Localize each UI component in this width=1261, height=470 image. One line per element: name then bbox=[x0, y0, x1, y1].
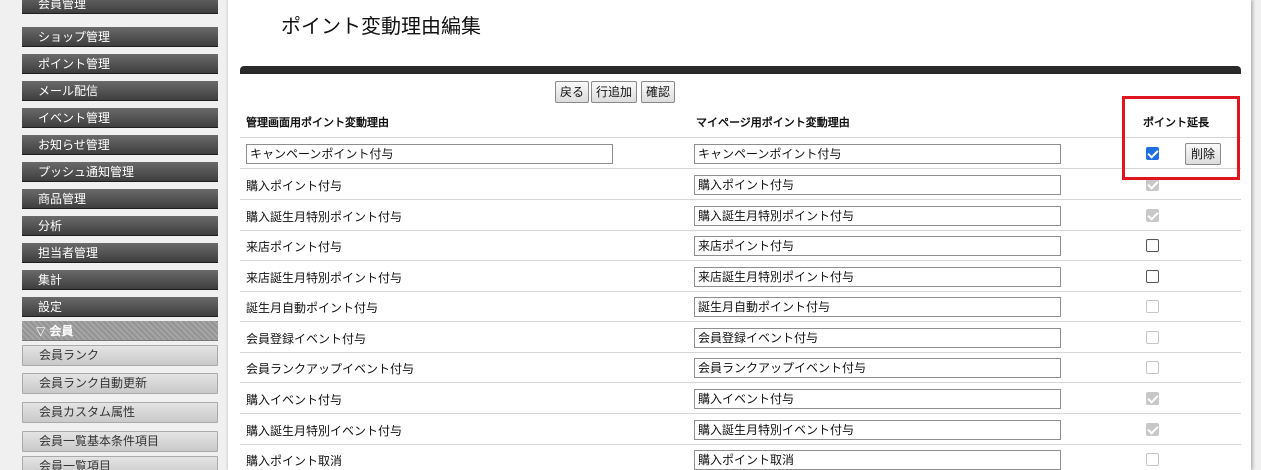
mypage-reason-input[interactable]: キャンペーンポイント付与 bbox=[694, 144, 1061, 164]
table-row: 購入誕生月特別イベント付与 購入誕生月特別イベント付与 bbox=[240, 414, 1241, 445]
page-title: ポイント変動理由編集 bbox=[281, 14, 481, 38]
mypage-reason-input[interactable]: 誕生月自動ポイント付与 bbox=[694, 297, 1061, 317]
sidebar-section-member[interactable]: ▽ 会員 bbox=[22, 321, 218, 341]
table-row: 購入ポイント取消 購入ポイント取消 bbox=[240, 445, 1241, 470]
main-panel: ポイント変動理由編集 戻る 行追加 確認 管理画面用ポイント変動理由 マイページ… bbox=[228, 0, 1251, 470]
admin-reason-text: 購入誕生月特別ポイント付与 bbox=[246, 210, 403, 224]
mypage-reason-input[interactable]: 購入イベント付与 bbox=[694, 389, 1061, 409]
admin-reason-text: 誕生月自動ポイント付与 bbox=[246, 301, 379, 315]
column-header-mypage-reason: マイページ用ポイント変動理由 bbox=[696, 116, 850, 129]
point-extension-checkbox bbox=[1146, 423, 1159, 436]
admin-reason-text: 会員登録イベント付与 bbox=[246, 332, 367, 346]
confirm-button[interactable]: 確認 bbox=[641, 81, 676, 103]
table-row: 購入誕生月特別ポイント付与 購入誕生月特別ポイント付与 bbox=[240, 200, 1241, 231]
mypage-reason-input[interactable]: 購入ポイント取消 bbox=[694, 450, 1061, 470]
sidebar-item-point-management[interactable]: ポイント管理 bbox=[22, 54, 218, 74]
table-header-row: 管理画面用ポイント変動理由 マイページ用ポイント変動理由 ポイント延長 bbox=[240, 108, 1241, 138]
admin-reason-text: 購入誕生月特別イベント付与 bbox=[246, 424, 403, 438]
column-header-admin-reason: 管理画面用ポイント変動理由 bbox=[246, 116, 389, 129]
mypage-reason-input[interactable]: 購入誕生月特別ポイント付与 bbox=[694, 206, 1061, 226]
sidebar-item-push-notification[interactable]: プッシュ通知管理 bbox=[22, 162, 218, 182]
table-row: 購入イベント付与 購入イベント付与 bbox=[240, 383, 1241, 414]
sidebar-item-settings[interactable]: 設定 bbox=[22, 297, 218, 317]
point-extension-checkbox bbox=[1146, 209, 1159, 222]
table-row: 会員ランクアップイベント付与 会員ランクアップイベント付与 bbox=[240, 353, 1241, 383]
admin-reason-text: 購入ポイント付与 bbox=[246, 179, 343, 193]
sidebar-subitem-rank-auto-update[interactable]: 会員ランク自動更新 bbox=[22, 373, 218, 394]
table-top-bar bbox=[240, 66, 1241, 74]
table-row: 購入ポイント付与 購入ポイント付与 bbox=[240, 170, 1241, 200]
mypage-reason-input[interactable]: 来店ポイント付与 bbox=[694, 236, 1061, 256]
sidebar-subitem-custom-attributes[interactable]: 会員カスタム属性 bbox=[22, 402, 218, 423]
sidebar-item-staff-management[interactable]: 担当者管理 bbox=[22, 243, 218, 263]
sidebar-item-aggregation[interactable]: 集計 bbox=[22, 270, 218, 290]
point-extension-checkbox bbox=[1146, 453, 1159, 466]
sidebar-item-news-management[interactable]: お知らせ管理 bbox=[22, 135, 218, 155]
table-row: 来店誕生月特別ポイント付与 来店誕生月特別ポイント付与 bbox=[240, 261, 1241, 292]
highlight-annotation bbox=[1122, 96, 1240, 180]
back-button[interactable]: 戻る bbox=[555, 81, 590, 103]
sidebar-subitem-list-basic-conditions[interactable]: 会員一覧基本条件項目 bbox=[22, 431, 218, 452]
table-row: 来店ポイント付与 来店ポイント付与 bbox=[240, 231, 1241, 261]
sidebar-item-analysis[interactable]: 分析 bbox=[22, 216, 218, 236]
mypage-reason-input[interactable]: 購入ポイント付与 bbox=[694, 175, 1061, 195]
point-extension-checkbox bbox=[1146, 300, 1159, 313]
point-extension-checkbox bbox=[1146, 331, 1159, 344]
point-extension-checkbox bbox=[1146, 392, 1159, 405]
admin-reason-text: 会員ランクアップイベント付与 bbox=[246, 362, 415, 376]
admin-reason-text: 来店ポイント付与 bbox=[246, 240, 343, 254]
sidebar-item-event-management[interactable]: イベント管理 bbox=[22, 108, 218, 128]
admin-reason-input[interactable]: キャンペーンポイント付与 bbox=[246, 144, 613, 164]
point-extension-checkbox[interactable] bbox=[1146, 270, 1159, 283]
sidebar-subitem-member-rank[interactable]: 会員ランク bbox=[22, 345, 218, 366]
table-row: キャンペーンポイント付与 キャンペーンポイント付与 削除 bbox=[240, 138, 1241, 169]
table-row: 誕生月自動ポイント付与 誕生月自動ポイント付与 bbox=[240, 292, 1241, 322]
sidebar-subitem-list-items[interactable]: 会員一覧項目 bbox=[22, 456, 218, 470]
admin-reason-text: 購入ポイント取消 bbox=[246, 454, 343, 468]
mypage-reason-input[interactable]: 来店誕生月特別ポイント付与 bbox=[694, 267, 1061, 287]
mypage-reason-input[interactable]: 会員ランクアップイベント付与 bbox=[694, 358, 1061, 378]
add-row-button[interactable]: 行追加 bbox=[591, 81, 638, 103]
admin-reason-text: 来店誕生月特別ポイント付与 bbox=[246, 271, 403, 285]
table-row: 会員登録イベント付与 会員登録イベント付与 bbox=[240, 322, 1241, 353]
mypage-reason-input[interactable]: 購入誕生月特別イベント付与 bbox=[694, 420, 1061, 440]
point-extension-checkbox bbox=[1146, 361, 1159, 374]
admin-reason-text: 購入イベント付与 bbox=[246, 393, 343, 407]
sidebar-item-shop-management[interactable]: ショップ管理 bbox=[22, 27, 218, 47]
sidebar-item-mail-delivery[interactable]: メール配信 bbox=[22, 81, 218, 101]
mypage-reason-input[interactable]: 会員登録イベント付与 bbox=[694, 328, 1061, 348]
sidebar-item-product-management[interactable]: 商品管理 bbox=[22, 189, 218, 209]
sidebar-item-member-management[interactable]: 会員管理 bbox=[22, 0, 218, 14]
point-extension-checkbox[interactable] bbox=[1146, 239, 1159, 252]
